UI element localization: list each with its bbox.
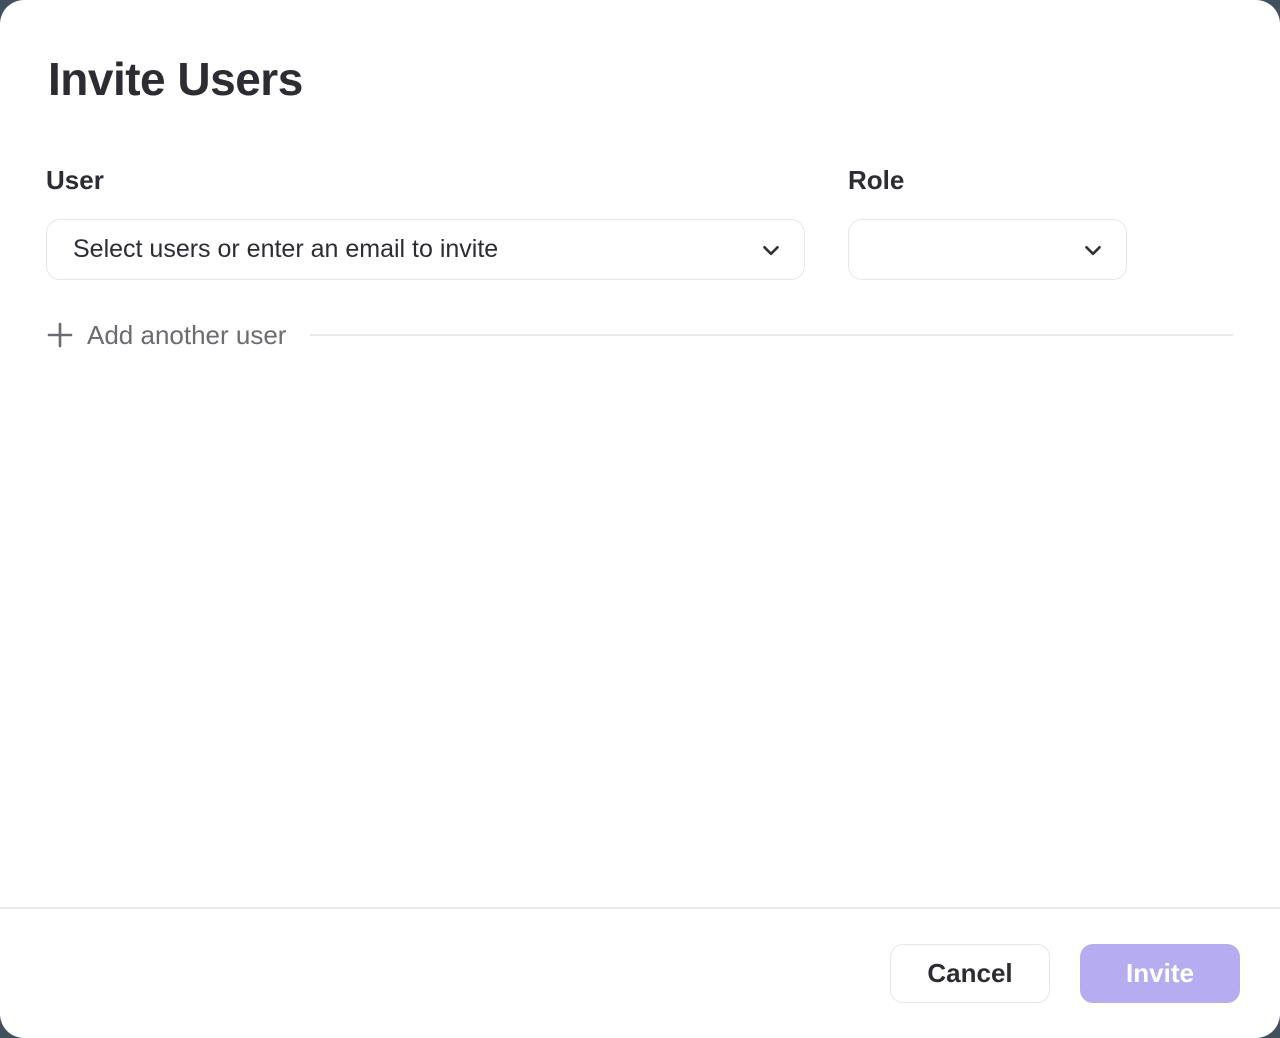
add-another-user-label: Add another user — [87, 320, 286, 351]
role-field-label: Role — [848, 165, 904, 196]
plus-icon — [46, 321, 74, 349]
add-user-row: Add another user — [46, 318, 1233, 352]
invite-users-modal: Invite Users User Role Select users or e… — [0, 0, 1280, 1038]
add-user-divider — [310, 334, 1233, 336]
invite-button[interactable]: Invite — [1080, 944, 1240, 1003]
user-select-placeholder: Select users or enter an email to invite — [73, 235, 758, 264]
chevron-down-icon — [758, 237, 784, 263]
page-title: Invite Users — [48, 52, 303, 106]
user-select[interactable]: Select users or enter an email to invite — [46, 219, 805, 280]
user-field-label: User — [46, 165, 104, 196]
add-another-user-button[interactable]: Add another user — [46, 320, 286, 351]
role-select[interactable] — [848, 219, 1127, 280]
footer-divider — [0, 907, 1280, 909]
chevron-down-icon — [1080, 237, 1106, 263]
cancel-button[interactable]: Cancel — [890, 944, 1050, 1003]
